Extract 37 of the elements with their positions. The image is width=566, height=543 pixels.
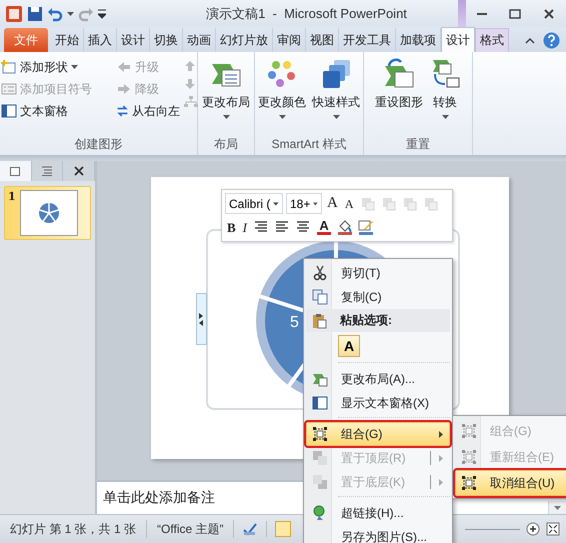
status-text: “Office 主题” bbox=[147, 520, 234, 538]
ribbon-button[interactable]: 转换 bbox=[427, 56, 463, 135]
ribbon-button[interactable]: 更改颜色 bbox=[256, 56, 308, 135]
ribbon-button[interactable]: 快速样式 bbox=[310, 56, 362, 135]
menu-item[interactable]: 取消组合(U) bbox=[455, 470, 566, 496]
group-label: 布局 bbox=[213, 136, 239, 153]
slide-thumbnail[interactable]: 1 bbox=[4, 186, 91, 240]
menu-item[interactable]: 剪切(T) bbox=[306, 261, 450, 285]
font-size-field[interactable]: 18+ bbox=[286, 193, 322, 214]
grow-font-button[interactable]: A bbox=[325, 196, 340, 212]
status-text: 幻灯片 第 1 张，共 1 张 bbox=[0, 520, 148, 538]
slide-number: 1 bbox=[8, 190, 16, 205]
menu-item[interactable]: 显示文本窗格(X) bbox=[306, 391, 450, 415]
font-color-button[interactable]: A bbox=[315, 219, 334, 236]
ribbon-tab[interactable]: 格式 bbox=[475, 28, 509, 52]
shrink-font-button[interactable]: A bbox=[342, 198, 356, 210]
menu-header: 粘贴选项: bbox=[338, 312, 393, 329]
menu-item[interactable]: 超链接(H)... bbox=[306, 501, 450, 525]
window-title: 演示文稿1 - Microsoft PowerPoint bbox=[205, 4, 408, 22]
menu-item[interactable]: 另存为图片(S)... bbox=[306, 525, 450, 543]
group-label: 创建图形 bbox=[74, 136, 124, 153]
ribbon-button[interactable]: 添加形状 bbox=[0, 56, 114, 78]
group-label: 重置 bbox=[405, 136, 431, 153]
ribbon-button[interactable]: 文本窗格 bbox=[0, 100, 114, 122]
segment-label: 5 bbox=[290, 314, 299, 331]
ribbon-button[interactable]: 从右向左 bbox=[114, 100, 182, 122]
menu-item[interactable]: 复制(C) bbox=[306, 285, 450, 309]
menu-item[interactable]: 更改布局(A)... bbox=[306, 367, 450, 391]
ribbon-tab[interactable]: 设计 bbox=[441, 27, 475, 52]
bold-button[interactable]: B bbox=[225, 220, 238, 234]
menu-item[interactable]: 组合(G) bbox=[306, 422, 450, 446]
ribbon-button[interactable]: 重设图形 bbox=[373, 56, 425, 135]
ribbon-button[interactable]: 更改布局 bbox=[200, 56, 252, 135]
font-name-field[interactable]: Calibri ( bbox=[225, 193, 283, 214]
paste-option-button[interactable]: A bbox=[338, 335, 360, 357]
group-label: SmartArt 样式 bbox=[270, 136, 348, 153]
italic-button[interactable]: I bbox=[240, 220, 250, 234]
